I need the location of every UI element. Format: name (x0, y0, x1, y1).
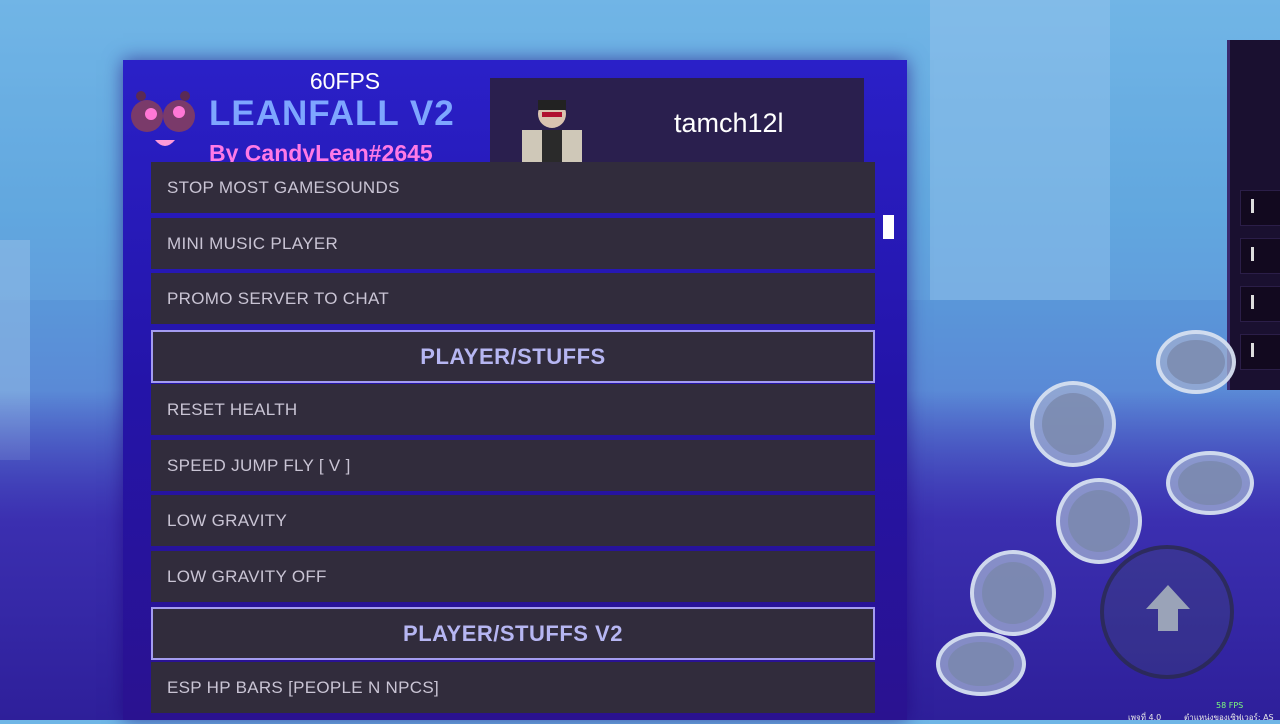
fps-label: 60FPS (309, 68, 381, 94)
menu-item[interactable]: ESP HP BARS [PEOPLE N NPCS] (151, 661, 875, 713)
bg-tower (1227, 40, 1280, 390)
section-header: PLAYER/STUFFS V2 (151, 607, 875, 660)
version-label: เพจที่ 4.0 (1128, 713, 1162, 722)
dash-icon (1178, 460, 1242, 506)
jump-button[interactable] (1100, 545, 1234, 679)
server-label: ตำแหน่งของเซิฟเวอร์: AS (1184, 713, 1274, 722)
menu-item[interactable]: MINI MUSIC PLAYER (151, 217, 875, 269)
dash-button[interactable] (1166, 451, 1254, 515)
avatar (522, 100, 582, 172)
shield-icon (1067, 489, 1131, 553)
ring-skill-icon (948, 641, 1014, 687)
sword-slash-icon (1167, 339, 1225, 385)
menu-item[interactable]: SPEED JUMP FLY [ V ] (151, 439, 875, 491)
hub-title: LEANFALL V2 (209, 94, 455, 133)
menu-item[interactable]: LOW GRAVITY OFF (151, 550, 875, 602)
bg-pillar (930, 0, 1110, 300)
hub-panel: 60FPS LEANFALL V2 By CandyLean#2645 tamc… (123, 60, 907, 720)
logo-icon (131, 91, 195, 146)
ring-skill-button[interactable] (936, 632, 1026, 696)
menu-item[interactable]: LOW GRAVITY (151, 495, 875, 546)
shield-button[interactable] (1056, 478, 1142, 564)
blade-icon (1041, 392, 1105, 456)
fps-counter: 58 FPS (1216, 701, 1244, 710)
blade-button[interactable] (1030, 381, 1116, 467)
up-arrow-icon (1146, 585, 1190, 609)
up-arrow-stem (1158, 609, 1178, 631)
gear-skill-button[interactable] (970, 550, 1056, 636)
profile-card: tamch12l (490, 78, 864, 172)
menu-item[interactable]: RESET HEALTH (151, 384, 875, 435)
gear-skill-icon (981, 561, 1045, 625)
menu-item[interactable]: STOP MOST GAMESOUNDS (151, 162, 875, 213)
menu-item[interactable]: PROMO SERVER TO CHAT (151, 273, 875, 324)
scrollbar-thumb[interactable] (883, 215, 894, 239)
sword-slash-button[interactable] (1156, 330, 1236, 394)
section-header: PLAYER/STUFFS (151, 329, 875, 383)
username: tamch12l (674, 108, 784, 138)
